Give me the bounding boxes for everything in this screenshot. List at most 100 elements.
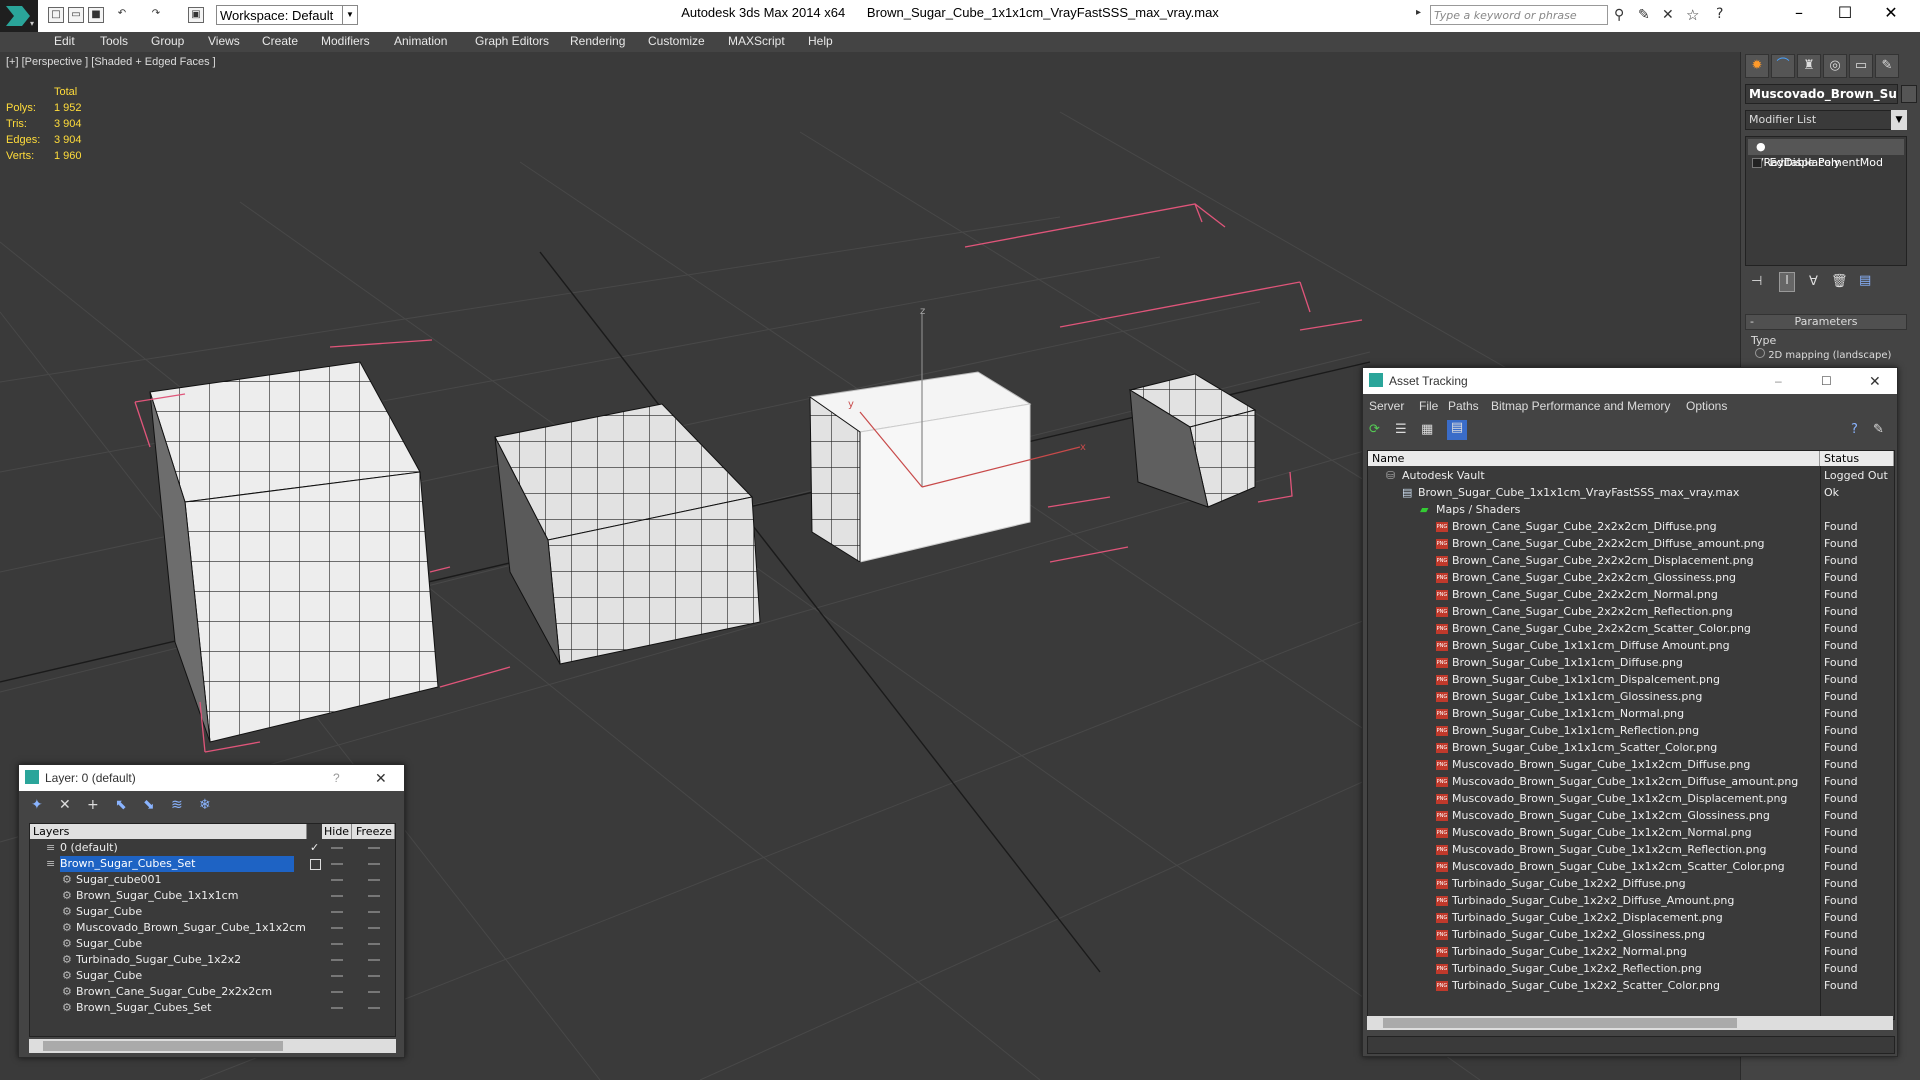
column-header-hide[interactable]: Hide (322, 824, 352, 839)
layer-row[interactable]: ⚙ Turbinado_Sugar_Cube_1x2x2 (30, 952, 395, 968)
asset-row[interactable]: PNG Muscovado_Brown_Sugar_Cube_1x1x2cm_Di… (1368, 790, 1894, 807)
asset-row[interactable]: PNG Brown_Cane_Sugar_Cube_2x2x2cm_Displac… (1368, 552, 1894, 569)
new-file-icon[interactable]: □ (48, 7, 64, 23)
hide-toggle[interactable] (331, 879, 343, 881)
layer-row[interactable]: ⚙ Brown_Sugar_Cubes_Set (30, 1000, 395, 1016)
asset-row[interactable]: ▰ Maps / Shaders (1368, 501, 1894, 518)
hide-toggle[interactable] (331, 927, 343, 929)
type-option-2d-mapping[interactable]: 2D mapping (landscape) (1755, 348, 1891, 361)
search-expand-icon[interactable]: ▸ (1416, 7, 1421, 18)
asset-menu-bitmap-performance[interactable]: Bitmap Performance and Memory (1491, 399, 1670, 413)
asset-row[interactable]: PNG Muscovado_Brown_Sugar_Cube_1x1x2cm_Gl… (1368, 807, 1894, 824)
freeze-toggle[interactable] (368, 847, 380, 849)
close-button[interactable]: ✕ (1868, 0, 1914, 28)
freeze-toggle[interactable] (368, 943, 380, 945)
asset-row[interactable]: PNG Muscovado_Brown_Sugar_Cube_1x1x2cm_No… (1368, 824, 1894, 841)
freeze-all-layers-icon[interactable]: ❄ (199, 797, 211, 813)
asset-row[interactable]: PNG Brown_Cane_Sugar_Cube_2x2x2cm_Reflect… (1368, 603, 1894, 620)
thumbnail-view-icon[interactable]: ▦ (1421, 422, 1433, 437)
hierarchy-tab-icon[interactable]: ♜ (1797, 54, 1821, 78)
undo-icon[interactable]: ↶ (114, 7, 130, 23)
hide-toggle[interactable] (331, 975, 343, 977)
project-folder-icon[interactable]: ▣ (188, 7, 204, 23)
make-unique-icon[interactable]: ∀ (1809, 274, 1818, 289)
hide-toggle[interactable] (331, 895, 343, 897)
freeze-toggle[interactable] (368, 911, 380, 913)
favorites-star-icon[interactable]: ☆ (1686, 6, 1699, 24)
search-input[interactable]: Type a keyword or phrase (1430, 5, 1608, 25)
object-color-swatch[interactable] (1901, 85, 1917, 103)
freeze-toggle[interactable] (368, 895, 380, 897)
hide-toggle[interactable] (331, 863, 343, 865)
set-current-layer-toggle[interactable] (310, 859, 321, 870)
asset-row[interactable]: PNG Brown_Cane_Sugar_Cube_2x2x2cm_Scatter… (1368, 620, 1894, 637)
asset-row[interactable]: PNG Brown_Cane_Sugar_Cube_2x2x2cm_Normal.… (1368, 586, 1894, 603)
freeze-toggle[interactable] (368, 975, 380, 977)
asset-row[interactable]: PNG Muscovado_Brown_Sugar_Cube_1x1x2cm_Re… (1368, 841, 1894, 858)
expand-toggle-icon[interactable] (1752, 158, 1762, 168)
menu-animation[interactable]: Animation (394, 32, 447, 52)
create-layer-icon[interactable]: ✦ (31, 797, 43, 813)
asset-row[interactable]: PNG Brown_Sugar_Cube_1x1x1cm_Diffuse.png F… (1368, 654, 1894, 671)
layer-row[interactable]: ≡ 0 (default) ✓ (30, 840, 395, 856)
asset-row[interactable]: PNG Brown_Cane_Sugar_Cube_2x2x2cm_Diffuse… (1368, 518, 1894, 535)
communication-center-icon[interactable]: ✎ (1638, 7, 1650, 23)
asset-row[interactable]: PNG Muscovado_Brown_Sugar_Cube_1x1x2cm_Di… (1368, 756, 1894, 773)
open-file-icon[interactable]: ▭ (68, 7, 84, 23)
hide-toggle[interactable] (331, 911, 343, 913)
freeze-toggle[interactable] (368, 927, 380, 929)
scrollbar-thumb[interactable] (1383, 1018, 1737, 1028)
highlight-layer-icon[interactable]: ⬊ (143, 797, 155, 813)
hide-toggle[interactable] (331, 847, 343, 849)
freeze-toggle[interactable] (368, 959, 380, 961)
menu-help[interactable]: Help (808, 32, 833, 52)
layer-row[interactable]: ⚙ Brown_Cane_Sugar_Cube_2x2x2cm (30, 984, 395, 1000)
viewport-label[interactable]: [+] [Perspective ] [Shaded + Edged Faces… (6, 56, 216, 68)
asset-row[interactable]: PNG Brown_Sugar_Cube_1x1x1cm_Dispalcement… (1368, 671, 1894, 688)
menu-views[interactable]: Views (208, 32, 240, 52)
column-header-name[interactable]: Name (1368, 451, 1820, 466)
asset-window-titlebar[interactable]: Asset Tracking – ☐ ✕ (1363, 368, 1897, 394)
layer-row[interactable]: ⚙ Sugar_Cube (30, 904, 395, 920)
menu-customize[interactable]: Customize (648, 32, 705, 52)
asset-row[interactable]: PNG Turbinado_Sugar_Cube_1x2x2_Displaceme… (1368, 909, 1894, 926)
exchange-icon[interactable]: ✕ (1662, 7, 1674, 23)
menu-maxscript[interactable]: MAXScript (728, 32, 785, 52)
parameters-rollout-header[interactable]: - Parameters (1745, 314, 1907, 330)
scrollbar-thumb[interactable] (43, 1041, 283, 1051)
layer-row[interactable]: ⚙ Brown_Sugar_Cube_1x1x1cm (30, 888, 395, 904)
asset-row[interactable]: PNG Turbinado_Sugar_Cube_1x2x2_Reflection… (1368, 960, 1894, 977)
remove-modifier-icon[interactable]: 🗑 (1831, 274, 1848, 289)
object-name-field[interactable]: Muscovado_Brown_Suga (1745, 84, 1898, 104)
layer-row[interactable]: ⚙ Sugar_Cube (30, 936, 395, 952)
workspace-dropdown[interactable]: Workspace: Default ▼ (216, 5, 358, 25)
menu-group[interactable]: Group (151, 32, 184, 52)
close-button[interactable]: ✕ (375, 765, 387, 791)
menu-graph-editors[interactable]: Graph Editors (475, 32, 549, 52)
close-button[interactable]: ✕ (1869, 368, 1881, 394)
asset-menu-paths[interactable]: Paths (1448, 399, 1479, 413)
asset-row[interactable]: PNG Brown_Sugar_Cube_1x1x1cm_Glossiness.p… (1368, 688, 1894, 705)
asset-row[interactable]: PNG Turbinado_Sugar_Cube_1x2x2_Glossiness… (1368, 926, 1894, 943)
stack-item-editable-poly[interactable]: Editable Poly (1748, 155, 1904, 171)
select-objects-icon[interactable]: ⬉ (115, 797, 127, 813)
settings-icon[interactable]: ✎ (1873, 422, 1884, 437)
refresh-icon[interactable]: ⟳ (1369, 422, 1380, 437)
list-view-icon[interactable]: ☰ (1395, 422, 1407, 437)
asset-row[interactable]: ⛁ Autodesk Vault Logged Out (1368, 467, 1894, 484)
redo-icon[interactable]: ↷ (148, 7, 164, 23)
asset-row[interactable]: PNG Turbinado_Sugar_Cube_1x2x2_Diffuse_Am… (1368, 892, 1894, 909)
help-icon[interactable]: ? (1851, 422, 1858, 437)
binoculars-icon[interactable]: ⚲ (1614, 7, 1624, 23)
asset-menu-server[interactable]: Server (1369, 399, 1404, 413)
layer-row[interactable]: ⚙ Muscovado_Brown_Sugar_Cube_1x1x2cm (30, 920, 395, 936)
delete-layer-icon[interactable]: ✕ (59, 797, 71, 813)
help-button[interactable]: ? (333, 765, 340, 791)
menu-tools[interactable]: Tools (100, 32, 128, 52)
hide-all-layers-icon[interactable]: ≋ (171, 797, 183, 813)
freeze-toggle[interactable] (368, 863, 380, 865)
menu-rendering[interactable]: Rendering (570, 32, 625, 52)
modifier-list-dropdown[interactable]: Modifier List ▼ (1745, 110, 1907, 130)
configure-modifier-sets-icon[interactable]: ▤ (1859, 273, 1871, 288)
layer-row[interactable]: ⚙ Sugar_cube001 (30, 872, 395, 888)
